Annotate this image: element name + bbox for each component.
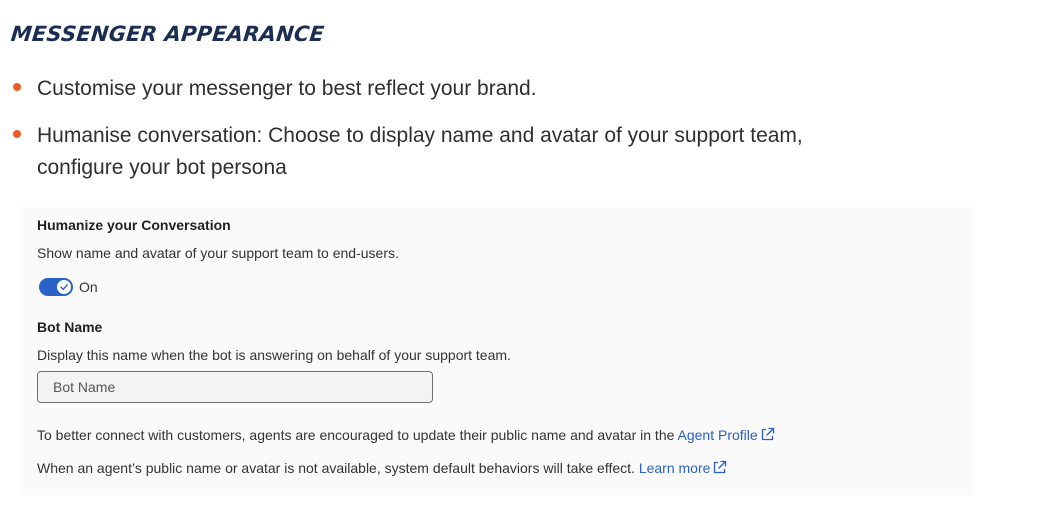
settings-panel: Humanize your Conversation Show name and… [21, 207, 973, 495]
bullet-dot-icon [13, 130, 21, 138]
learn-more-link[interactable]: Learn more [639, 460, 728, 476]
bullet-dot-icon [13, 83, 21, 91]
bullet-text: Humanise conversation: Choose to display… [37, 124, 803, 179]
section-title: MESSENGER APPEARANCE [9, 22, 326, 46]
checkmark-icon [60, 284, 68, 290]
external-link-icon [714, 460, 727, 474]
humanize-heading: Humanize your Conversation [37, 217, 231, 233]
default-behavior-note: When an agent’s public name or avatar is… [37, 460, 727, 476]
default-behavior-note-text: When an agent’s public name or avatar is… [37, 460, 635, 476]
toggle-knob [57, 280, 71, 294]
agent-profile-link[interactable]: Agent Profile [678, 427, 775, 443]
learn-more-link-label: Learn more [638, 460, 711, 476]
bot-name-description: Display this name when the bot is answer… [37, 347, 511, 363]
bullet-item-humanise: Humanise conversation: Choose to display… [13, 120, 913, 184]
external-link-icon [761, 427, 774, 441]
agent-profile-link-label: Agent Profile [677, 427, 758, 443]
agent-profile-note: To better connect with customers, agents… [37, 427, 775, 443]
bullet-text: Customise your messenger to best reflect… [37, 77, 537, 100]
bot-name-input[interactable] [37, 371, 433, 403]
humanize-toggle[interactable] [39, 278, 73, 296]
bullet-item-customise: Customise your messenger to best reflect… [13, 73, 913, 105]
agent-profile-note-text: To better connect with customers, agents… [37, 427, 675, 443]
bot-name-heading: Bot Name [37, 319, 103, 335]
humanize-description: Show name and avatar of your support tea… [37, 245, 399, 261]
humanize-toggle-row: On [39, 277, 98, 297]
toggle-state-label: On [79, 279, 98, 295]
